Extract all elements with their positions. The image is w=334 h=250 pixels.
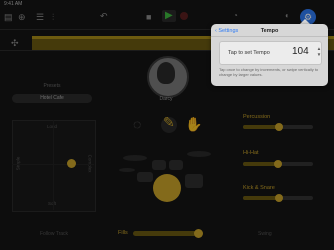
chevron-down-icon[interactable]: ▼ <box>316 52 322 58</box>
back-label: Settings <box>218 28 239 34</box>
popover-divider <box>211 36 328 37</box>
back-to-settings-link[interactable]: ‹ Settings <box>215 28 238 34</box>
tempo-stepper[interactable]: ▲ ▼ <box>316 46 322 60</box>
tempo-value[interactable]: 104 <box>292 46 309 57</box>
tempo-popover: Tempo ‹ Settings Tap to set Tempo 104 ▲ … <box>211 24 328 86</box>
tempo-description: Tap once to change by increments, or swi… <box>219 67 319 77</box>
tap-tempo-button[interactable]: Tap to set Tempo <box>228 42 270 64</box>
tempo-control: Tap to set Tempo 104 ▲ ▼ <box>219 41 322 65</box>
